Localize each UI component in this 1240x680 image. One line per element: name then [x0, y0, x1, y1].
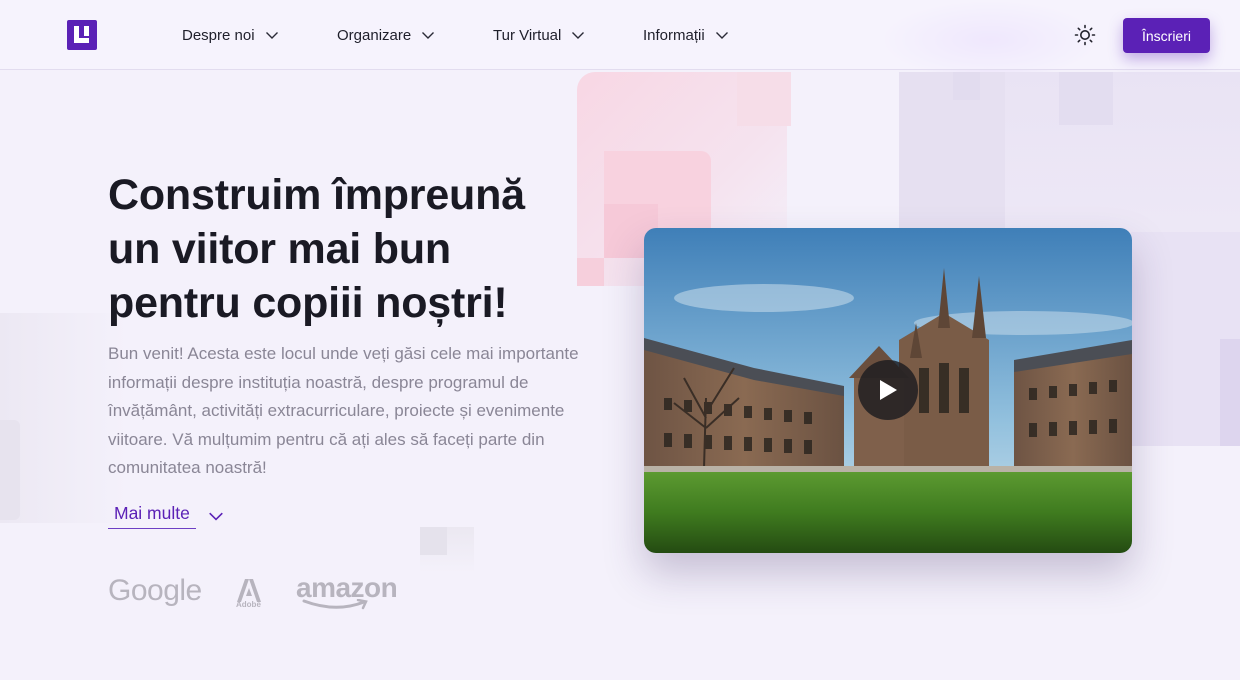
- chevron-down-icon: [715, 32, 728, 39]
- more-link[interactable]: Mai multe: [108, 502, 224, 530]
- decorative-block: [577, 258, 604, 286]
- virtual-tour-video[interactable]: [644, 228, 1132, 553]
- decorative-block: [420, 527, 447, 555]
- google-logo: Google: [108, 574, 202, 607]
- adobe-logo: Adobe: [236, 578, 262, 612]
- amazon-logo: amazon: [296, 572, 398, 610]
- chevron-down-icon: [265, 32, 278, 39]
- nav-item-label: Organizare: [337, 26, 412, 44]
- sun-icon[interactable]: [1074, 24, 1096, 46]
- hero-description: Bun venit! Acesta este locul unde veți g…: [108, 344, 579, 477]
- chevron-down-icon: [209, 512, 223, 521]
- decorative-block: [953, 72, 980, 100]
- nav-item-informatii[interactable]: Informații: [643, 24, 729, 46]
- nav-item-tur-virtual[interactable]: Tur Virtual: [493, 24, 585, 46]
- decorative-block: [1220, 339, 1240, 446]
- site-header: Despre noi Organizare Tur Virtual Inform…: [0, 0, 1240, 70]
- page: Despre noi Organizare Tur Virtual Inform…: [0, 0, 1240, 680]
- nav-item-label: Despre noi: [182, 26, 255, 44]
- adobe-logo-text: Adobe: [236, 600, 261, 609]
- university-logo-icon[interactable]: [67, 20, 97, 50]
- nav-item-label: Tur Virtual: [493, 26, 562, 44]
- play-icon: [880, 380, 897, 400]
- amazon-smile-icon: [302, 599, 368, 610]
- nav-item-organizare[interactable]: Organizare: [337, 24, 435, 46]
- nav-item-despre-noi[interactable]: Despre noi: [182, 24, 279, 46]
- decorative-block: [737, 72, 791, 126]
- decorative-block: [0, 420, 20, 520]
- more-link-label: Mai multe: [108, 503, 196, 529]
- hero-title: Construim împreună un viitor mai bun pen…: [108, 171, 525, 327]
- decorative-block: [899, 72, 1005, 232]
- decorative-block: [1059, 72, 1113, 125]
- play-button[interactable]: [858, 360, 918, 420]
- nav-item-label: Informații: [643, 26, 705, 44]
- inscrieri-button[interactable]: Înscrieri: [1123, 18, 1210, 53]
- chevron-down-icon: [572, 32, 585, 39]
- chevron-down-icon: [422, 32, 435, 39]
